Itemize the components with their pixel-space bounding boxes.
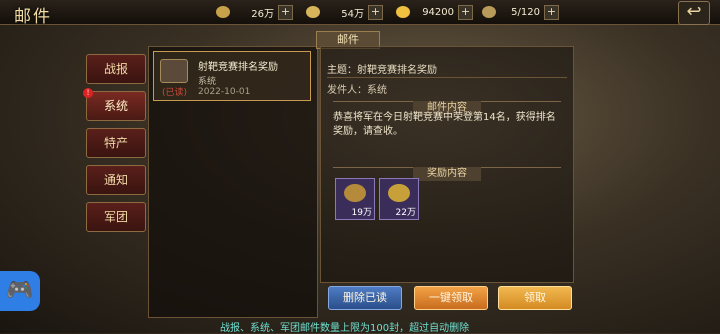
gold-icon xyxy=(396,6,410,18)
wheat-icon xyxy=(216,6,230,18)
add-wheat-button[interactable]: + xyxy=(278,4,293,20)
capacity-icon xyxy=(482,6,496,18)
unread-badge: ! xyxy=(83,88,93,98)
delete-read-button[interactable]: 删除已读 xyxy=(328,286,402,310)
footer-note: 战报、系统、军团邮件数量上限为100封，超过自动删除 xyxy=(220,323,470,334)
tab-specialty[interactable]: 特产 xyxy=(86,128,146,158)
reward-item[interactable]: 19万 xyxy=(335,178,375,220)
chest-icon xyxy=(160,59,188,83)
read-status: (已读) xyxy=(162,88,188,98)
mail-subject: 主题：射靶竞赛排名奖励 xyxy=(327,61,567,78)
reward-amount: 19万 xyxy=(351,208,372,218)
coin-icon xyxy=(306,6,320,18)
back-button[interactable]: ↩ xyxy=(678,1,710,25)
add-gold-button[interactable]: + xyxy=(458,4,473,20)
mail-detail: 主题：射靶竞赛排名奖励 发件人：系统 邮件内容 恭喜将军在今日射靶竞赛中荣登第1… xyxy=(320,46,574,283)
resource-value: 5/120 xyxy=(511,6,540,18)
mail-content: 恭喜将军在今日射靶竞赛中荣登第14名，获得排名奖励，请查收。 xyxy=(333,112,556,137)
coin-bag-icon xyxy=(344,184,366,202)
tab-label: 系统 xyxy=(103,99,128,113)
add-capacity-button[interactable]: + xyxy=(544,4,559,20)
add-coin-button[interactable]: + xyxy=(368,4,383,20)
tab-legion[interactable]: 军团 xyxy=(86,202,146,232)
resource-wheat: 26万 + xyxy=(216,3,293,21)
tab-battle-report[interactable]: 战报 xyxy=(86,54,146,84)
resource-capacity: 5/120 + xyxy=(482,3,559,21)
page-title: 邮件 xyxy=(14,7,52,27)
resource-value: 94200 xyxy=(422,6,454,18)
resource-gold: 94200 + xyxy=(396,3,473,21)
top-bar: 邮件 26万 + 54万 + 94200 + 5/120 + ↩ xyxy=(0,0,720,27)
mail-date: 2022-10-01 xyxy=(198,87,251,97)
reward-amount: 22万 xyxy=(395,208,416,218)
reward-item[interactable]: 22万 xyxy=(379,178,419,220)
claim-button[interactable]: 领取 xyxy=(498,286,572,310)
tab-notice[interactable]: 通知 xyxy=(86,165,146,195)
gamepad-icon[interactable]: 🎮 xyxy=(0,271,40,311)
claim-all-button[interactable]: 一键领取 xyxy=(414,286,488,310)
resource-coin: 54万 + xyxy=(306,3,383,21)
resource-value: 26万 xyxy=(251,8,274,20)
resource-value: 54万 xyxy=(341,8,364,20)
mail-sender: 系统 xyxy=(198,77,217,87)
list-item[interactable]: (已读) 射靶竞赛排名奖励 系统 2022-10-01 xyxy=(153,51,311,101)
gold-coin-icon xyxy=(388,184,410,202)
tab-system[interactable]: ! 系统 xyxy=(83,88,146,121)
section-title: 奖励内容 xyxy=(413,167,481,181)
mail-title: 射靶竞赛排名奖励 xyxy=(198,62,278,73)
mail-sender-line: 发件人：系统 xyxy=(327,85,387,96)
mail-list: (已读) 射靶竞赛排名奖励 系统 2022-10-01 xyxy=(148,46,318,318)
